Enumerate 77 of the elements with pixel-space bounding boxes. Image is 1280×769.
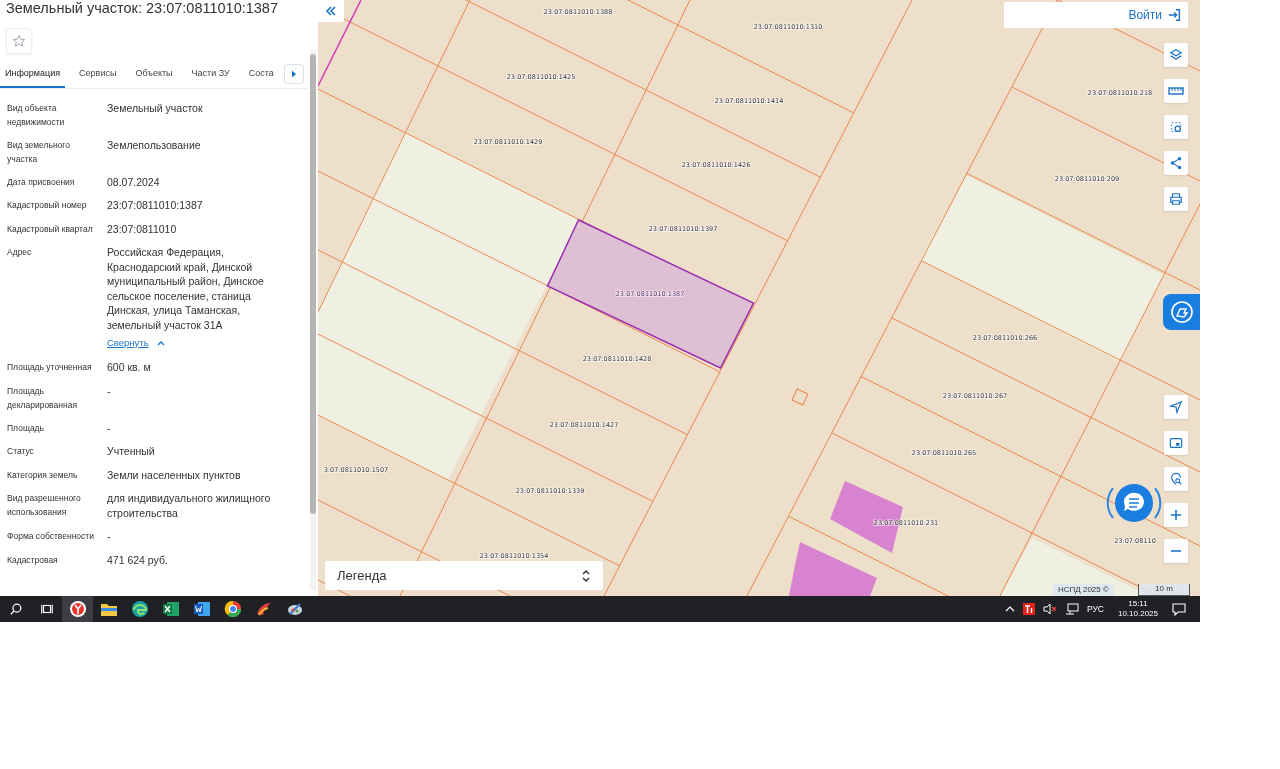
- network-icon[interactable]: [1064, 603, 1079, 615]
- double-chevron-left-icon: [325, 6, 337, 16]
- field-value: Земельный участок: [107, 100, 204, 115]
- picture-in-picture-icon: [1169, 436, 1183, 450]
- star-icon: [12, 34, 26, 48]
- field-value: Российская Федерация, Краснодарский край, Динской муниципальный район, Динское сельское поселение, станица Динская, улица Таманская, земельный участок 31А: [107, 245, 265, 332]
- field-label: Адрес: [7, 246, 33, 259]
- field-value: Землепользование: [107, 137, 202, 152]
- field-value: 471 624 руб.: [107, 552, 169, 567]
- field-label: Площадь декларированная: [7, 384, 78, 412]
- pin-search-icon: [1169, 472, 1183, 486]
- tab[interactable]: Части ЗУ: [186, 62, 235, 88]
- locate-button[interactable]: [1164, 395, 1188, 419]
- taskbar-app-button[interactable]: [62, 596, 93, 622]
- legend-dropdown[interactable]: Легенда: [325, 561, 603, 590]
- scrollbar[interactable]: [310, 50, 316, 590]
- feedback-icon: [1169, 300, 1194, 324]
- field-value: 23:07:0811010: [107, 221, 178, 236]
- tab[interactable]: Соста: [243, 62, 279, 88]
- plus-icon: [1170, 509, 1182, 521]
- wheel-icon: [223, 600, 242, 618]
- field-value: 600 кв. м: [107, 360, 152, 375]
- pin-search-button[interactable]: [1164, 467, 1188, 491]
- field-value: 23:07:0811010:1387: [107, 198, 204, 213]
- field-label: Дата присвоения: [7, 175, 76, 189]
- speaker-muted-icon[interactable]: [1042, 603, 1057, 615]
- field-value: для индивидуального жилищного строительства: [107, 491, 272, 520]
- field-value: Земли населенных пунктов: [107, 467, 242, 482]
- globe-icon: [130, 600, 149, 618]
- scale-bar: 10 m: [1138, 584, 1190, 596]
- clock-time[interactable]: 15:11: [1128, 599, 1148, 609]
- location-arrow-icon: [1169, 400, 1183, 414]
- tab[interactable]: Информация: [0, 62, 66, 88]
- task-view-icon: [39, 602, 54, 616]
- field-label: Форма собственности: [7, 530, 95, 543]
- field-label: Вид разрешенного использования: [7, 492, 82, 519]
- browser-icon: [68, 600, 87, 618]
- zoom-in-button[interactable]: [1164, 503, 1188, 527]
- up-down-chevron-icon: [581, 568, 591, 583]
- field-label: Кадастровый квартал: [7, 222, 94, 236]
- tabs-next-button[interactable]: [284, 64, 304, 84]
- folder-icon: [99, 601, 118, 617]
- search-icon: [8, 602, 23, 616]
- field-value: 08.07.2024: [107, 174, 161, 189]
- document-icon: [192, 600, 211, 618]
- field-value: -: [107, 529, 112, 544]
- tool-icon: [285, 600, 304, 618]
- minimap-button[interactable]: [1164, 431, 1188, 455]
- notification-icon[interactable]: [1172, 602, 1186, 616]
- feedback-tab[interactable]: [1163, 294, 1200, 330]
- field-label: Кадастровый номер: [7, 199, 88, 212]
- language-indicator[interactable]: РУС: [1086, 604, 1104, 614]
- field-label: Вид объекта недвижимости: [7, 101, 66, 129]
- brush-icon: [254, 600, 273, 618]
- caret-up-icon: [157, 340, 166, 346]
- clock-date[interactable]: 10.10.2025: [1117, 609, 1158, 619]
- tab[interactable]: Объекты: [130, 62, 178, 88]
- field-label: Вид земельного участка: [7, 138, 71, 166]
- field-label: Кадастровая: [7, 553, 59, 567]
- field-value: -: [107, 383, 112, 398]
- field-label: Площадь уточненная: [7, 361, 93, 374]
- field-label: Категория земель: [7, 468, 79, 482]
- collapse-link[interactable]: Свернуть: [107, 337, 149, 348]
- tab[interactable]: Сервисы: [74, 62, 122, 88]
- zoom-out-button[interactable]: [1164, 539, 1188, 563]
- field-label: Площадь: [7, 421, 45, 435]
- spreadsheet-icon: [161, 600, 180, 618]
- field-value: Учтенный: [107, 444, 156, 459]
- map-attribution: НСПД 2025 ©: [1053, 584, 1114, 596]
- panel-title: Земельный участок: 23:07:0811010:1387: [5, 0, 279, 17]
- field-label: Статус: [7, 445, 35, 458]
- collapse-panel-button[interactable]: [318, 0, 344, 22]
- triangle-right-icon: [291, 70, 297, 78]
- app-tray-icon[interactable]: [1022, 603, 1035, 615]
- caret-up-icon[interactable]: [1004, 605, 1015, 613]
- field-value: -: [107, 420, 112, 435]
- selected-parcel[interactable]: [546, 219, 755, 369]
